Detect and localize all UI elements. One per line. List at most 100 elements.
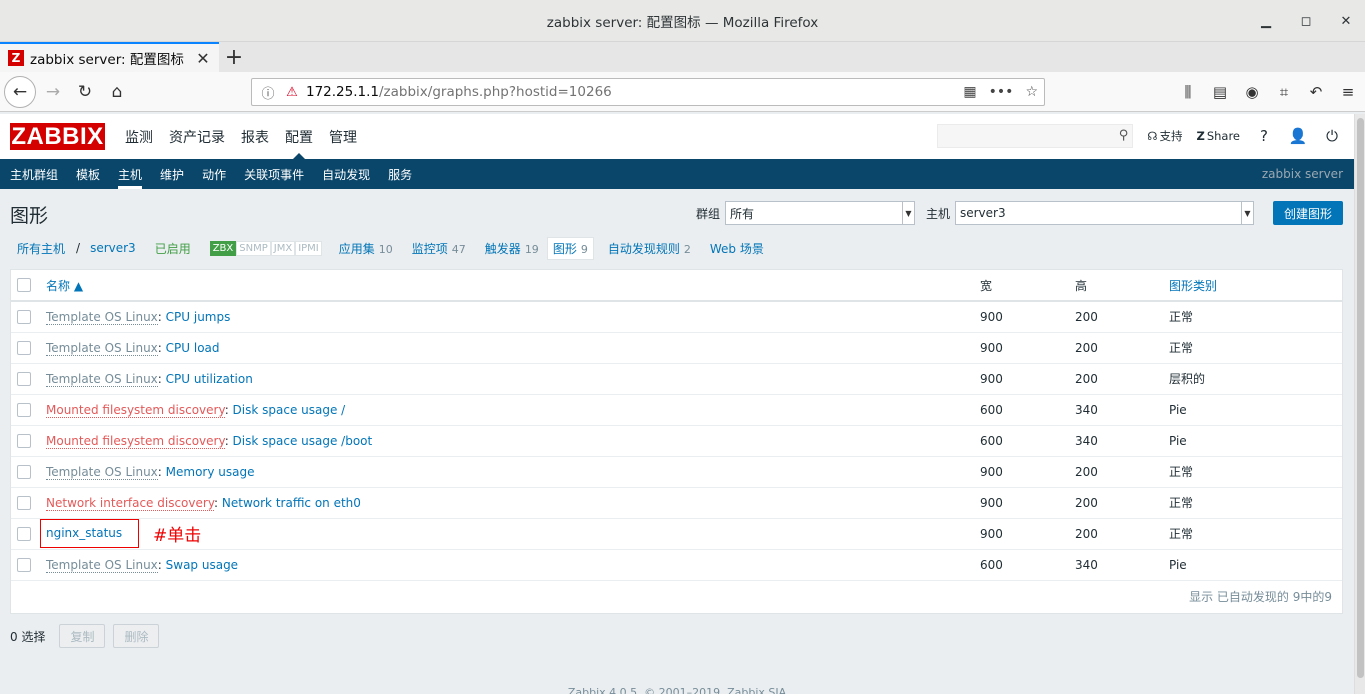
graph-name-link[interactable]: Memory usage (166, 465, 255, 479)
table-row: nginx_status #单击 900 200 正常 (11, 518, 1342, 550)
submenu-actions[interactable]: 动作 (192, 159, 234, 189)
menu-administration[interactable]: 管理 (321, 114, 365, 159)
account-icon[interactable]: ◉ (1243, 83, 1261, 101)
tab-discovery-label: 自动发现规则 (607, 241, 680, 256)
row-checkbox[interactable] (17, 557, 31, 572)
breadcrumb-separator: / (76, 241, 81, 255)
copy-button[interactable]: 复制 (59, 624, 106, 648)
row-checkbox[interactable] (17, 433, 31, 448)
graph-name-link[interactable]: CPU load (166, 341, 220, 355)
window-titlebar: zabbix server: 配置图标 — Mozilla Firefox ▁ … (0, 0, 1365, 42)
forward-icon[interactable]: → (38, 77, 68, 107)
global-search-input[interactable]: ⚲ (937, 124, 1134, 148)
all-hosts-link[interactable]: 所有主机 (17, 240, 65, 257)
template-link[interactable]: Template OS Linux (46, 340, 158, 356)
url-bar[interactable]: ⓘ ⚠ 172.25.1.1 /zabbix/graphs.php?hostid… (251, 78, 1045, 106)
template-link[interactable]: Template OS Linux (46, 464, 158, 480)
select-all-checkbox[interactable] (17, 278, 31, 293)
discovery-rule-link[interactable]: Network interface discovery (46, 495, 215, 511)
column-type-header[interactable]: 图形类别 (1169, 270, 1342, 302)
menu-configuration[interactable]: 配置 (277, 114, 321, 159)
create-graph-button[interactable]: 创建图形 (1272, 201, 1343, 225)
undo-icon[interactable]: ↶ (1307, 83, 1325, 101)
submenu-host-groups[interactable]: 主机群组 (0, 159, 66, 189)
hamburger-menu-icon[interactable]: ≡ (1339, 83, 1357, 101)
support-link[interactable]: ☊ 支持 (1147, 128, 1182, 144)
graph-name-link[interactable]: Swap usage (166, 558, 238, 572)
graph-name-link[interactable]: CPU utilization (166, 372, 253, 386)
graphs-table: 名称 ▲ 宽 高 图形类别 Template OS Linux: CPU jum… (11, 270, 1342, 581)
graph-name-link[interactable]: Disk space usage / (233, 403, 346, 417)
row-checkbox[interactable] (17, 340, 31, 355)
zabbix-logo[interactable]: ZABBIX (10, 123, 105, 150)
help-icon[interactable]: ? (1254, 127, 1274, 145)
submenu-templates[interactable]: 模板 (66, 159, 108, 189)
share-link[interactable]: Z Share (1196, 129, 1240, 143)
row-checkbox[interactable] (17, 371, 31, 386)
back-icon[interactable]: ← (4, 75, 36, 108)
tab-triggers-label: 触发器 (484, 241, 521, 256)
insecure-lock-icon[interactable]: ⚠ (282, 85, 302, 100)
tab-applications[interactable]: 应用集 10 (339, 240, 393, 257)
server-name: zabbix server (1261, 167, 1343, 181)
graph-height: 200 (1075, 487, 1169, 519)
group-select[interactable]: 所有 ▼ (724, 201, 915, 225)
tab-graphs[interactable]: 图形 9 (546, 236, 594, 260)
menu-reports[interactable]: 报表 (233, 114, 277, 159)
template-link[interactable]: Template OS Linux (46, 371, 158, 387)
user-profile-icon[interactable]: 👤 (1288, 127, 1308, 145)
host-status-enabled[interactable]: 已启用 (155, 240, 191, 257)
maximize-icon[interactable]: ◻ (1297, 12, 1315, 30)
minimize-icon[interactable]: ▁ (1257, 12, 1275, 30)
screenshot-icon[interactable]: ⌗ (1275, 83, 1293, 101)
submenu-maintenance[interactable]: 维护 (150, 159, 192, 189)
submenu-discovery[interactable]: 自动发现 (312, 159, 378, 189)
host-select[interactable]: server3 ▼ (954, 201, 1254, 225)
vertical-scrollbar[interactable] (1354, 114, 1365, 694)
sidebar-icon[interactable]: ▤ (1211, 83, 1229, 101)
graph-name-link[interactable]: Disk space usage /boot (233, 434, 373, 448)
qr-code-icon[interactable]: ▦ (963, 84, 976, 100)
logout-icon[interactable]: ⏻ (1322, 127, 1342, 145)
discovery-rule-link[interactable]: Mounted filesystem discovery (46, 402, 225, 418)
row-checkbox[interactable] (17, 402, 31, 417)
new-tab-icon[interactable]: + (219, 42, 249, 72)
template-link[interactable]: Template OS Linux (46, 309, 158, 325)
url-path: /zabbix/graphs.php?hostid=10266 (379, 84, 612, 100)
graph-name-link[interactable]: Network traffic on eth0 (222, 496, 361, 510)
reload-icon[interactable]: ↻ (70, 77, 100, 107)
tab-triggers[interactable]: 触发器 19 (485, 240, 539, 257)
delete-button[interactable]: 删除 (113, 624, 160, 648)
close-window-icon[interactable]: ✕ (1337, 12, 1355, 30)
row-checkbox[interactable] (17, 310, 31, 324)
row-checkbox[interactable] (17, 526, 31, 541)
tab-items[interactable]: 监控项 47 (412, 240, 466, 257)
submenu-services[interactable]: 服务 (378, 159, 420, 189)
host-link[interactable]: server3 (90, 241, 136, 255)
graph-height: 200 (1075, 332, 1169, 364)
row-checkbox[interactable] (17, 464, 31, 479)
browser-tab[interactable]: Z zabbix server: 配置图标 ✕ (0, 42, 219, 72)
column-name-header[interactable]: 名称 ▲ (46, 270, 980, 302)
tab-close-icon[interactable]: ✕ (195, 49, 211, 68)
menu-monitoring[interactable]: 监测 (117, 114, 161, 159)
submenu-hosts[interactable]: 主机 (108, 159, 150, 189)
scrollbar-thumb[interactable] (1357, 118, 1364, 678)
search-icon[interactable]: ⚲ (1119, 128, 1129, 143)
page-actions-icon[interactable]: ••• (989, 84, 1014, 100)
graph-name-link[interactable]: CPU jumps (166, 310, 231, 324)
submenu-correlation[interactable]: 关联项事件 (234, 159, 312, 189)
tab-discovery-rules[interactable]: 自动发现规则 2 (608, 240, 691, 257)
template-link[interactable]: Template OS Linux (46, 557, 158, 573)
graph-width: 900 (980, 518, 1075, 550)
row-checkbox[interactable] (17, 495, 31, 510)
home-icon[interactable]: ⌂ (102, 77, 132, 107)
bookmark-star-icon[interactable]: ☆ (1025, 84, 1038, 100)
table-row: Mounted filesystem discovery: Disk space… (11, 394, 1342, 426)
tab-web-scenarios[interactable]: Web 场景 (710, 240, 764, 257)
graph-name-link[interactable]: nginx_status (46, 526, 122, 540)
site-info-icon[interactable]: ⓘ (258, 83, 278, 102)
library-icon[interactable]: ⫼ (1179, 83, 1197, 101)
discovery-rule-link[interactable]: Mounted filesystem discovery (46, 433, 225, 449)
menu-inventory[interactable]: 资产记录 (161, 114, 233, 159)
